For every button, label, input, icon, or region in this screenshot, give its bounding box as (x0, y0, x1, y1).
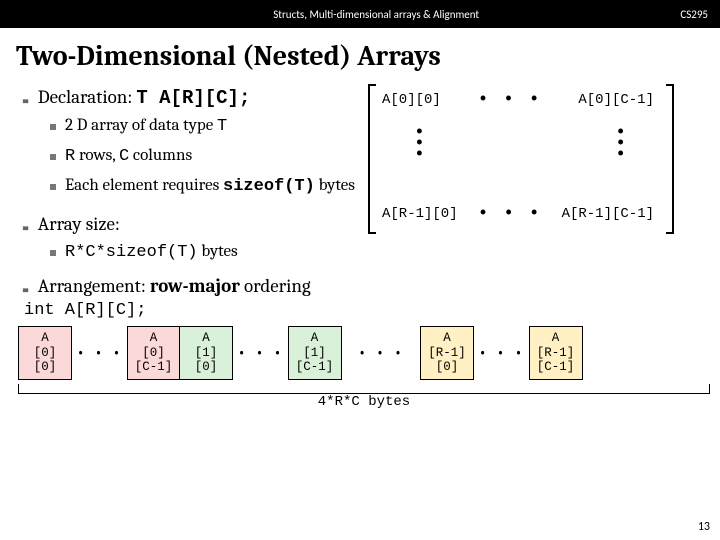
brace-wrap: 4*R*C bytes (18, 382, 710, 414)
bullet-arrangement: ◆ Arrangement: row-major ordering (22, 275, 704, 297)
slide-title: Two-Dimensional (Nested) Arrays (16, 40, 720, 72)
header-course: CS295 (680, 8, 708, 21)
memory-cell: A [1] [0] (179, 326, 233, 380)
vdots-right: ••• (615, 128, 626, 161)
declaration-text: Declaration: T A[R][C]; (38, 86, 251, 109)
content-area: ◆ Declaration: T A[R][C]; 2 D array of d… (0, 80, 720, 265)
right-column: A[0][0] • • • A[0][C-1] ••• ••• A[R-1][0… (362, 80, 704, 265)
brace-label: 4*R*C bytes (18, 394, 710, 410)
int-declaration: int A[R][C]; (24, 301, 720, 320)
matrix-row-bottom: A[R-1][0] • • • A[R-1][C-1] (368, 204, 668, 224)
memory-cell: A [R-1] [0] (420, 326, 474, 380)
memory-cell: A [0] [0] (18, 326, 72, 380)
left-column: ◆ Declaration: T A[R][C]; 2 D array of d… (22, 80, 362, 265)
sub-each-element: Each element requires sizeof(T) bytes (50, 175, 362, 199)
memory-cell: A [1] [C-1] (288, 326, 342, 380)
dots-cell: • • • (72, 326, 128, 380)
diamond-icon: ◆ (19, 223, 33, 233)
matrix-row-top: A[0][0] • • • A[0][C-1] (368, 90, 668, 110)
sub-2d-array: 2 D array of data type T (50, 115, 362, 139)
bullet-array-size: ◆ Array size: (22, 213, 362, 235)
square-icon (50, 250, 56, 256)
diamond-icon: ◆ (19, 96, 33, 106)
square-icon (50, 184, 56, 190)
sub-rows-cols: R rows, C columns (50, 145, 362, 169)
bullet-declaration: ◆ Declaration: T A[R][C]; (22, 86, 362, 109)
memory-layout: A [0] [0]• • •A [0] [C-1]A [1] [0]• • •A… (18, 326, 710, 380)
diamond-icon: ◆ (19, 285, 33, 295)
sub-array-size: R*C*sizeof(T) bytes (50, 241, 362, 265)
dots-cell: • • • (474, 326, 530, 380)
dots-cell: • • • (342, 326, 422, 380)
slide-header: Structs, Multi-dimensional arrays & Alig… (0, 0, 720, 28)
square-icon (50, 124, 56, 130)
vdots-left: ••• (414, 128, 425, 161)
square-icon (50, 154, 56, 160)
memory-cell: A [0] [C-1] (127, 326, 181, 380)
memory-cell: A [R-1] [C-1] (529, 326, 583, 380)
header-topic: Structs, Multi-dimensional arrays & Alig… (72, 8, 680, 21)
matrix-diagram: A[0][0] • • • A[0][C-1] ••• ••• A[R-1][0… (368, 84, 668, 234)
page-number: 13 (698, 520, 710, 534)
dots-cell: • • • (233, 326, 289, 380)
